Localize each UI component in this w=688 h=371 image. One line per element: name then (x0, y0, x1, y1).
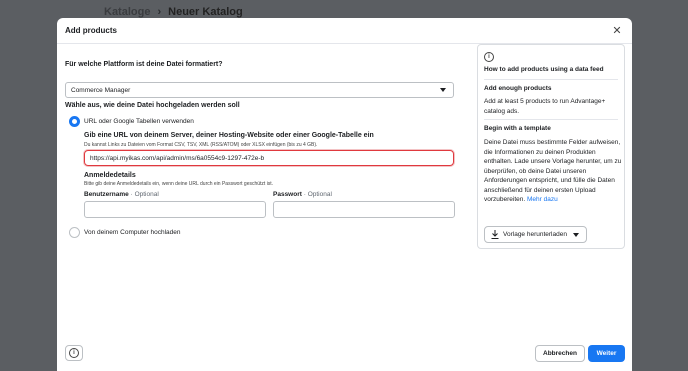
url-section-help: Du kannst Links zu Dateien vom Format CS… (84, 142, 318, 148)
next-button[interactable]: Weiter (588, 345, 625, 362)
url-option-label[interactable]: URL oder Google Tabellen verwenden (84, 118, 194, 125)
breadcrumb-catalogs[interactable]: Kataloge (104, 6, 150, 18)
section2-title: Begin with a template (484, 125, 551, 132)
help-info-button[interactable]: i (65, 345, 83, 361)
credentials-title: Anmeldedetails (84, 172, 136, 179)
username-label: Benutzername · Optional (84, 191, 159, 198)
dialog-title: Add products (65, 26, 117, 35)
password-field[interactable] (273, 201, 455, 218)
platform-select[interactable]: Commerce Manager (65, 82, 454, 98)
download-template-button[interactable]: Vorlage herunterladen (484, 226, 587, 243)
close-icon[interactable]: ✕ (611, 25, 623, 37)
username-field[interactable] (84, 201, 266, 218)
chevron-down-icon (573, 233, 579, 237)
info-icon: i (69, 348, 79, 358)
platform-select-value: Commerce Manager (71, 86, 131, 94)
breadcrumb: Kataloge › Neuer Katalog (104, 6, 243, 18)
add-products-dialog: Add products ✕ Für welche Plattform ist … (57, 18, 632, 371)
upload-method-question: Wähle aus, wie deine Datei hochgeladen w… (65, 102, 240, 109)
divider (484, 119, 618, 120)
learn-more-link[interactable]: Mehr dazu (527, 196, 558, 203)
download-template-label: Vorlage herunterladen (503, 231, 567, 238)
breadcrumb-separator: › (157, 6, 162, 18)
dialog-header: Add products (57, 18, 632, 44)
feed-url-input[interactable]: https://api.myikas.com/api/admin/ms/6a05… (84, 150, 454, 166)
help-heading: How to add products using a data feed (484, 66, 604, 73)
chevron-down-icon (440, 88, 446, 92)
feed-url-value: https://api.myikas.com/api/admin/ms/6a05… (90, 154, 265, 162)
section1-title: Add enough products (484, 85, 552, 92)
platform-question: Für welche Plattform ist deine Datei for… (65, 61, 223, 68)
cancel-button[interactable]: Abbrechen (535, 345, 585, 362)
password-label: Passwort · Optional (273, 191, 332, 198)
download-icon (491, 230, 499, 239)
url-section-title: Gib eine URL von deinem Server, deiner H… (84, 132, 374, 139)
url-option-radio[interactable] (69, 116, 80, 127)
section2-text: Deine Datei muss bestimmte Felder aufwei… (484, 139, 622, 203)
section1-text: Add at least 5 products to run Advantage… (484, 98, 606, 115)
computer-option-radio[interactable] (69, 227, 80, 238)
credentials-help: Bitte gib deine Anmeldedetails ein, wenn… (84, 181, 274, 187)
computer-option-label[interactable]: Von deinem Computer hochladen (84, 229, 180, 236)
help-panel: i How to add products using a data feed … (477, 44, 625, 249)
divider (484, 79, 618, 80)
breadcrumb-new-catalog: Neuer Katalog (168, 6, 243, 18)
info-icon: i (484, 52, 494, 62)
